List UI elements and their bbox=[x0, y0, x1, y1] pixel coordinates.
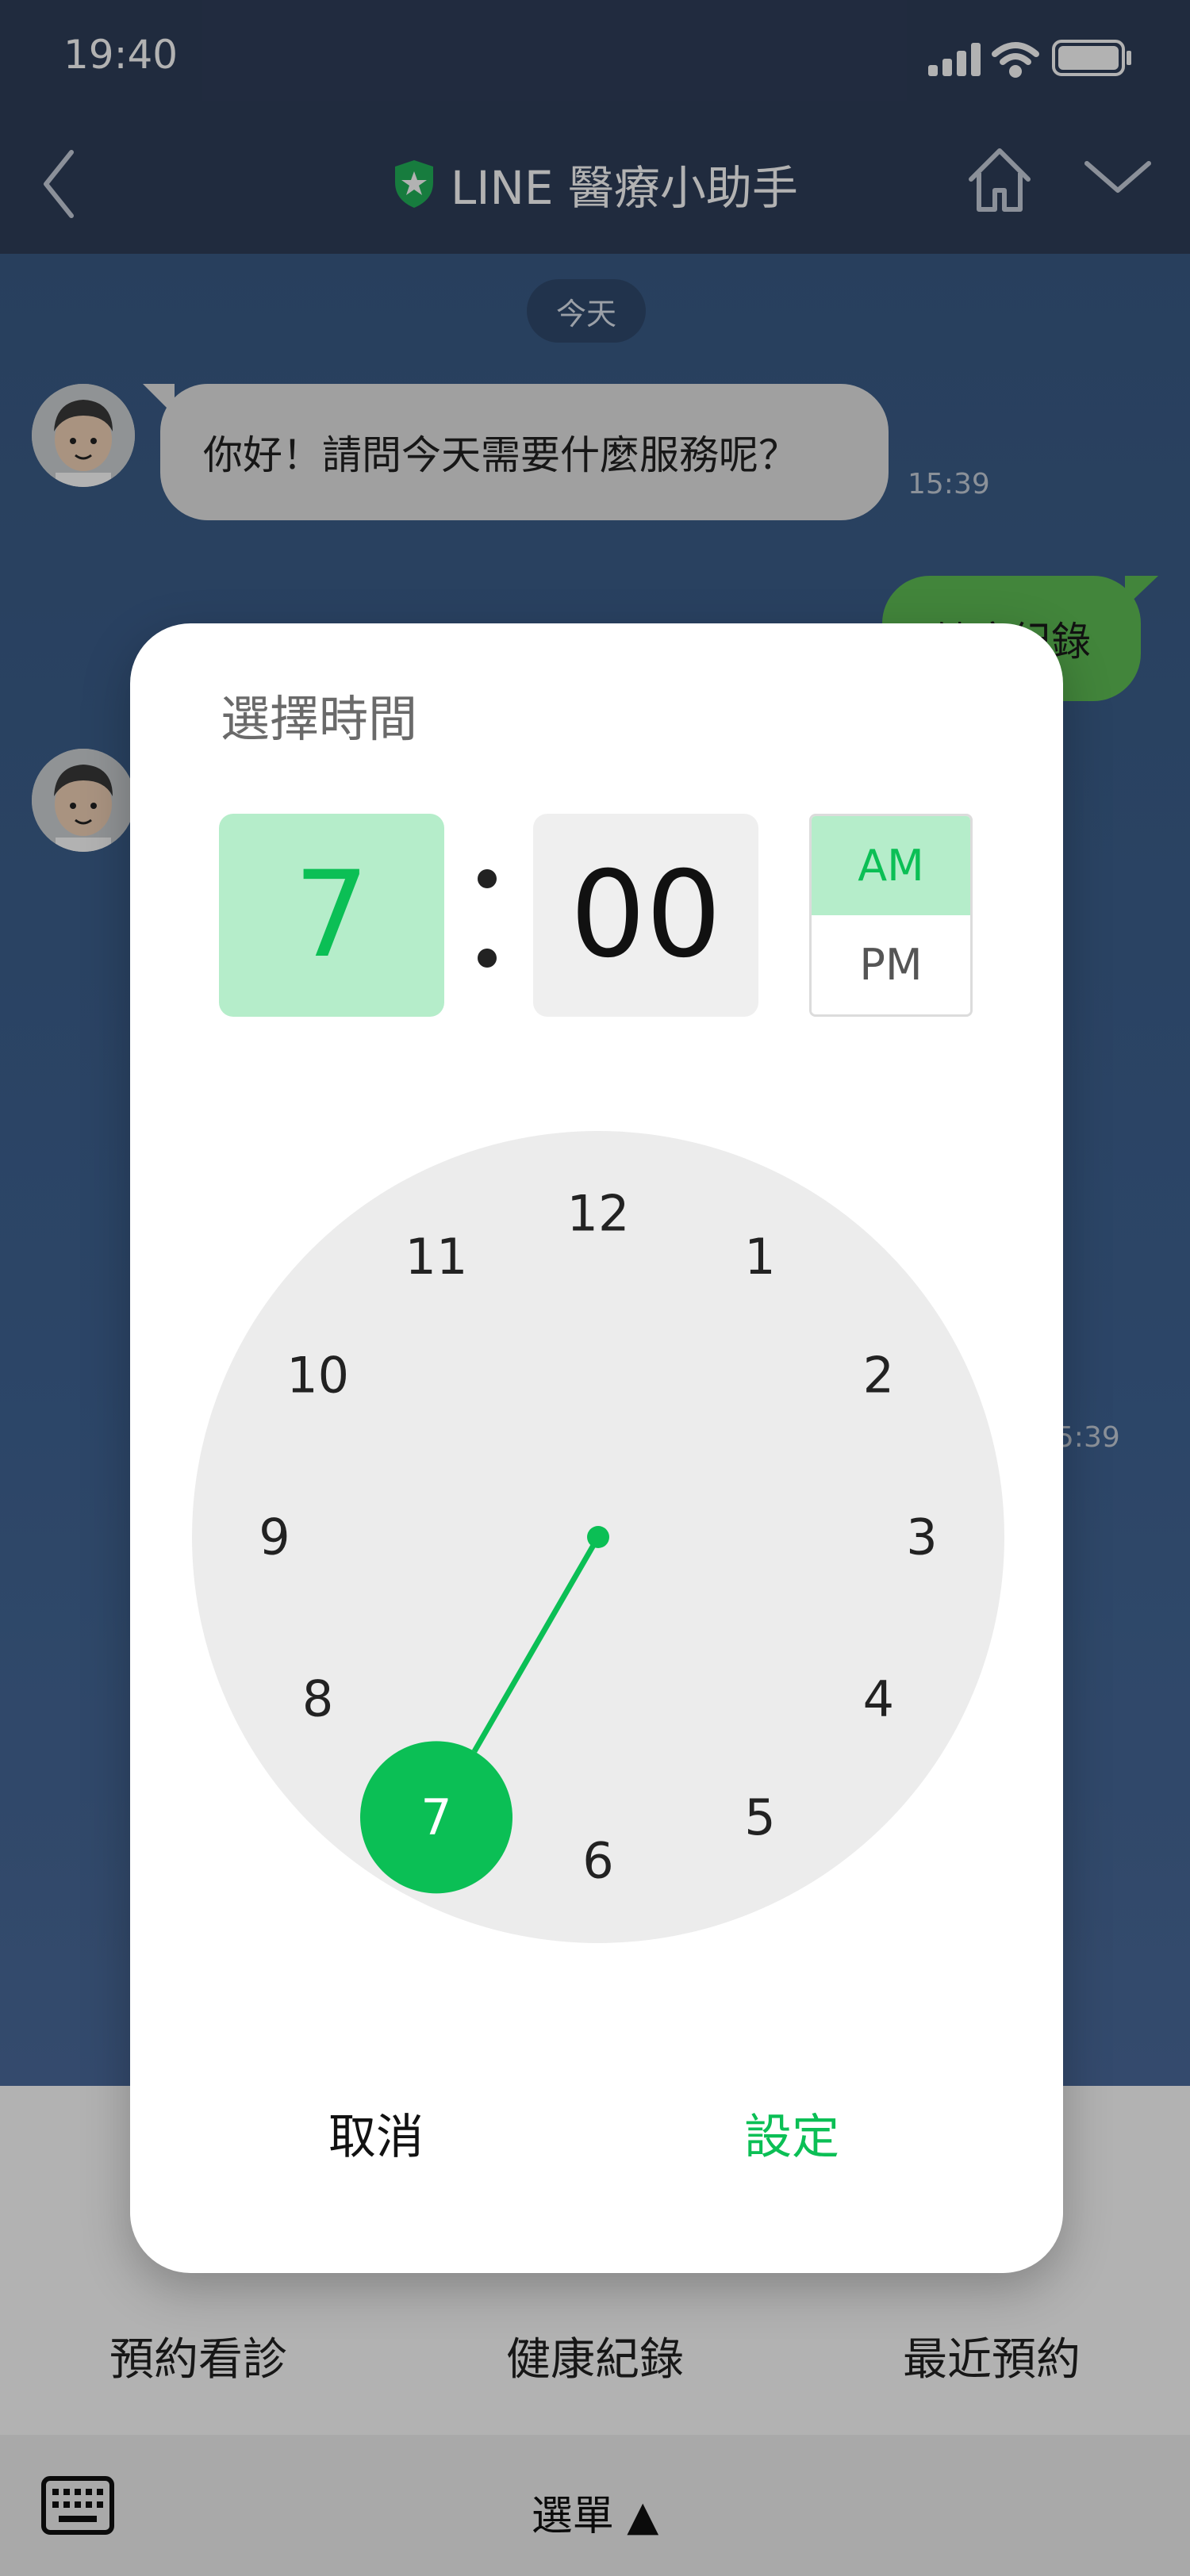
clock-number-8[interactable]: 8 bbox=[302, 1670, 333, 1728]
dialog-title: 選擇時間 bbox=[221, 690, 418, 748]
clock-number-1[interactable]: 1 bbox=[744, 1228, 775, 1286]
pm-button[interactable]: PM bbox=[812, 915, 970, 1014]
time-picker-dialog: 選擇時間 7 00 AM PM 12 1 2 3 4 5 6 7 8 9 10 11 取消 設定 bbox=[130, 623, 1063, 2273]
hour-field[interactable]: 7 bbox=[219, 814, 444, 1017]
am-button[interactable]: AM bbox=[812, 816, 970, 915]
clock-number-9[interactable]: 9 bbox=[259, 1508, 290, 1566]
clock-number-3[interactable]: 3 bbox=[906, 1508, 937, 1566]
clock-number-10[interactable]: 10 bbox=[286, 1347, 349, 1405]
clock-number-12[interactable]: 12 bbox=[567, 1185, 630, 1243]
clock-number-6[interactable]: 6 bbox=[582, 1832, 613, 1890]
clock-number-7[interactable]: 7 bbox=[420, 1788, 451, 1846]
clock-center-dot bbox=[587, 1526, 609, 1548]
minute-field[interactable]: 00 bbox=[533, 814, 758, 1017]
clock-number-2[interactable]: 2 bbox=[863, 1347, 894, 1405]
am-pm-toggle: AM PM bbox=[809, 814, 973, 1017]
clock-number-4[interactable]: 4 bbox=[863, 1670, 894, 1728]
set-button[interactable]: 設定 bbox=[744, 2099, 839, 2168]
cancel-button[interactable]: 取消 bbox=[328, 2099, 424, 2168]
clock-number-11[interactable]: 11 bbox=[405, 1228, 468, 1286]
clock-number-5[interactable]: 5 bbox=[744, 1788, 775, 1846]
time-separator bbox=[471, 822, 503, 1009]
clock-dial[interactable]: 121234567891011 bbox=[192, 1131, 1004, 1943]
